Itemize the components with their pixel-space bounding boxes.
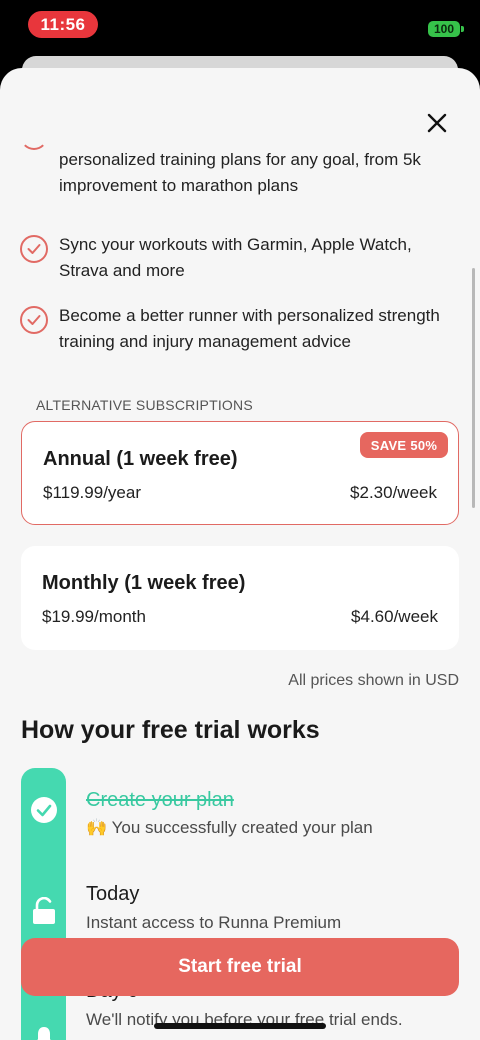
- plan-title: Annual (1 week free): [43, 448, 238, 470]
- feature-text: personalized training plans for any goal…: [59, 150, 421, 195]
- feature-item-plans-text: personalized training plans for any goal…: [20, 147, 470, 199]
- status-bar: 11:56 100: [0, 0, 480, 56]
- plan-price: $119.99/year: [43, 483, 141, 502]
- feature-text: Become a better runner with personalized…: [59, 306, 440, 351]
- check-circle-icon: [20, 306, 48, 334]
- check-circle-icon: [20, 122, 48, 150]
- plan-card-annual[interactable]: SAVE 50% Annual (1 week free) $119.99/ye…: [21, 421, 459, 525]
- step-title: Today: [86, 883, 140, 905]
- battery-tip: [461, 26, 464, 32]
- bell-icon: [21, 1018, 66, 1040]
- scrollbar[interactable]: [472, 268, 475, 508]
- plan-title: Monthly (1 week free): [42, 572, 246, 594]
- start-free-trial-button[interactable]: Start free trial: [21, 938, 459, 996]
- step-description: Instant access to Runna Premium: [86, 913, 342, 932]
- plan-weekly-price: $2.30/week: [350, 483, 437, 502]
- prices-note: All prices shown in USD: [288, 672, 459, 689]
- save-badge: SAVE 50%: [360, 432, 448, 458]
- plan-card-monthly[interactable]: Monthly (1 week free) $19.99/month $4.60…: [21, 546, 459, 650]
- status-time: 11:56: [28, 11, 98, 38]
- plan-weekly-price: $4.60/week: [351, 607, 438, 626]
- feature-text: Sync your workouts with Garmin, Apple Wa…: [59, 235, 412, 280]
- plan-price: $19.99/month: [42, 607, 146, 626]
- step-title: Create your plan: [86, 789, 234, 811]
- step-description: 🙌 You successfully created your plan: [86, 818, 373, 837]
- feature-item-sync: Sync your workouts with Garmin, Apple Wa…: [20, 232, 470, 284]
- home-indicator: [154, 1023, 326, 1029]
- trial-heading: How your free trial works: [21, 716, 320, 744]
- check-icon: [21, 792, 66, 828]
- unlock-icon: [21, 893, 66, 929]
- battery-icon: 100: [428, 21, 460, 37]
- subscription-sheet[interactable]: personalized training plans for any goal…: [0, 68, 480, 1040]
- check-circle-icon: [20, 235, 48, 263]
- feature-item-strength: Become a better runner with personalized…: [20, 303, 470, 355]
- alternative-subscriptions-label: ALTERNATIVE SUBSCRIPTIONS: [36, 397, 253, 413]
